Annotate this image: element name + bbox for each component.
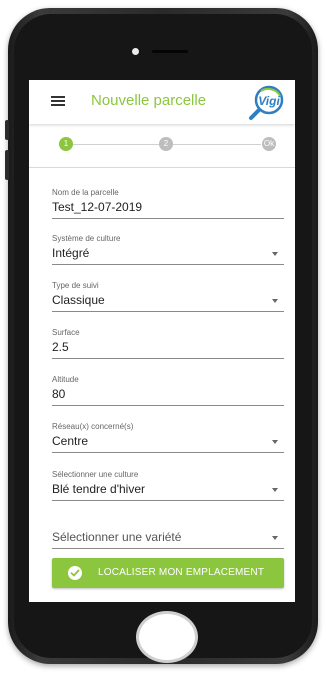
surface-input[interactable]: 2.5 (52, 340, 284, 358)
side-button-volume-up (5, 120, 9, 140)
magnifier-logo-icon: Vigi (249, 85, 284, 120)
logo-text: Vigi (258, 94, 280, 108)
chevron-down-icon[interactable] (272, 440, 278, 444)
page-title: Nouvelle parcelle (91, 92, 207, 109)
surface-label: Surface (52, 328, 80, 337)
stepper: 1 2 Ok (29, 124, 295, 168)
earpiece-speaker (152, 50, 188, 53)
side-button-volume-down (5, 150, 9, 180)
crop-value[interactable]: Blé tendre d'hiver (52, 482, 284, 500)
step-2[interactable]: 2 (159, 137, 173, 151)
network-select[interactable]: Réseau(x) concerné(s) Centre (52, 422, 284, 453)
chevron-down-icon[interactable] (272, 252, 278, 256)
parcel-name-input[interactable]: Test_12-07-2019 (52, 200, 284, 218)
step-ok[interactable]: Ok (262, 137, 276, 151)
altitude-label: Altitude (52, 375, 79, 384)
monitoring-type-value[interactable]: Classique (52, 293, 284, 311)
locate-button[interactable]: LOCALISER MON EMPLACEMENT (52, 558, 284, 588)
network-label: Réseau(x) concerné(s) (52, 422, 134, 431)
parcel-name-label: Nom de la parcelle (52, 188, 119, 197)
chevron-down-icon[interactable] (272, 536, 278, 540)
app-bar: Nouvelle parcelle Vigi (29, 80, 295, 124)
check-circle-icon (68, 566, 82, 580)
chevron-down-icon[interactable] (272, 488, 278, 492)
front-camera (132, 48, 139, 55)
monitoring-type-select[interactable]: Type de suivi Classique (52, 281, 284, 312)
crop-select[interactable]: Sélectionner une culture Blé tendre d'hi… (52, 470, 284, 501)
hamburger-icon[interactable] (51, 96, 65, 107)
surface-field[interactable]: Surface 2.5 (52, 328, 284, 359)
crop-label: Sélectionner une culture (52, 470, 139, 479)
network-value[interactable]: Centre (52, 434, 284, 452)
variety-placeholder[interactable]: Sélectionner une variété (52, 530, 284, 548)
altitude-field[interactable]: Altitude 80 (52, 375, 284, 406)
app-screen: Nouvelle parcelle Vigi 1 2 Ok Nom de la … (29, 80, 295, 602)
locate-button-label: LOCALISER MON EMPLACEMENT (98, 567, 265, 578)
step-1[interactable]: 1 (59, 137, 73, 151)
chevron-down-icon[interactable] (272, 299, 278, 303)
variety-select[interactable]: Sélectionner une variété (52, 530, 284, 549)
monitoring-type-label: Type de suivi (52, 281, 99, 290)
parcel-name-field[interactable]: Nom de la parcelle Test_12-07-2019 (52, 188, 284, 219)
altitude-input[interactable]: 80 (52, 387, 284, 405)
cultivation-system-label: Système de culture (52, 234, 121, 243)
cultivation-system-value[interactable]: Intégré (52, 246, 284, 264)
home-button[interactable] (136, 611, 198, 663)
cultivation-system-select[interactable]: Système de culture Intégré (52, 234, 284, 265)
